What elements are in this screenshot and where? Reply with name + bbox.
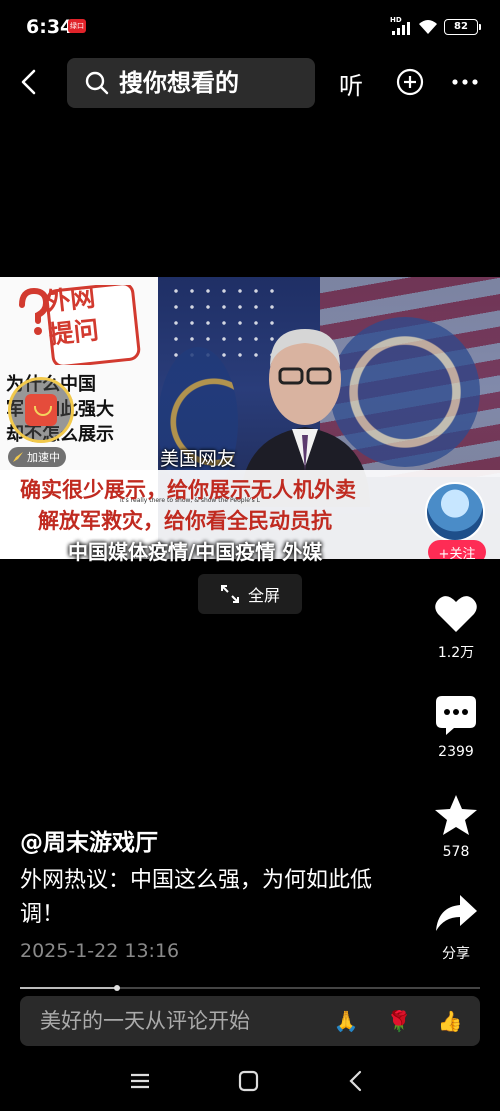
back-arrow-icon[interactable] bbox=[14, 64, 46, 100]
subtitle-speaker: 美国网友 bbox=[160, 448, 237, 470]
video-title: 中国媒体疫情/中国疫情 外媒 bbox=[68, 540, 323, 564]
search-box[interactable] bbox=[67, 58, 315, 108]
system-nav-bar bbox=[0, 1056, 500, 1111]
battery-icon: 82 bbox=[444, 19, 481, 35]
share-label: 分享 bbox=[442, 946, 470, 962]
red-envelope-icon[interactable] bbox=[8, 377, 74, 443]
comment-count: 2399 bbox=[438, 744, 474, 760]
listen-button[interactable]: 听 bbox=[339, 66, 363, 101]
subtitle-line-1: 确实很少展示，给你展示无人机外卖 bbox=[20, 477, 356, 502]
wifi-icon bbox=[419, 20, 437, 34]
follow-button[interactable]: +关注 bbox=[428, 540, 486, 559]
share-action[interactable]: 分享 bbox=[420, 893, 492, 963]
video-player[interactable]: 外网 提问 为什么中国 军队如此强大 却不怎么展示 加速中 美国网友 it's … bbox=[0, 277, 500, 559]
speed-badge-label: 加速中 bbox=[27, 451, 60, 464]
post-description: 外网热议：中国这么强，为何如此低调！ bbox=[20, 868, 373, 927]
favorite-count: 578 bbox=[442, 844, 470, 860]
status-indicators: HD 82 bbox=[390, 16, 481, 37]
star-icon[interactable] bbox=[434, 794, 478, 836]
notification-app-icon: 绿口 bbox=[68, 19, 86, 33]
like-count: 1.2万 bbox=[437, 645, 475, 661]
progress-bar[interactable] bbox=[20, 985, 480, 991]
progress-knob[interactable] bbox=[113, 985, 120, 991]
add-circle-icon[interactable] bbox=[396, 68, 424, 96]
comment-input[interactable] bbox=[40, 1006, 340, 1036]
status-bar: 6:34 绿口 HD 82 bbox=[0, 0, 500, 52]
more-icon[interactable] bbox=[450, 68, 480, 96]
heart-icon[interactable] bbox=[434, 594, 478, 634]
search-icon bbox=[85, 71, 109, 95]
cell-signal-icon: HD bbox=[390, 16, 412, 35]
rose-emoji-icon[interactable]: 🌹 bbox=[385, 1008, 413, 1034]
home-nav-icon[interactable] bbox=[234, 1069, 262, 1093]
thumbs-up-emoji-icon[interactable]: 👍 bbox=[436, 1008, 464, 1034]
expand-icon bbox=[220, 585, 239, 603]
author-name[interactable]: @周末游戏厅 bbox=[20, 823, 158, 857]
comment-bar[interactable]: 🙏 🌹 👍 bbox=[20, 996, 480, 1046]
progress-fill bbox=[20, 987, 117, 989]
favorite-action[interactable]: 578 bbox=[420, 794, 492, 860]
search-input[interactable] bbox=[119, 69, 299, 97]
speed-badge: 加速中 bbox=[8, 447, 66, 467]
post-date: 2025-1-22 13:16 bbox=[20, 940, 180, 962]
like-action[interactable]: 1.2万 bbox=[420, 594, 492, 662]
share-icon[interactable] bbox=[434, 893, 478, 935]
comment-icon[interactable] bbox=[434, 694, 478, 736]
pray-emoji-icon[interactable]: 🙏 bbox=[332, 1008, 360, 1034]
fullscreen-button[interactable]: 全屏 bbox=[198, 574, 302, 614]
rocket-icon bbox=[13, 452, 23, 462]
back-nav-icon[interactable] bbox=[342, 1069, 370, 1093]
top-bar: 听 bbox=[0, 56, 500, 110]
subtitle-line-2: 解放军救灾，给你看全民动员抗 bbox=[38, 508, 332, 533]
question-tag-text: 外网 提问 bbox=[43, 282, 101, 350]
author-avatar[interactable] bbox=[425, 482, 485, 542]
menu-nav-icon[interactable] bbox=[126, 1069, 154, 1093]
comment-action[interactable]: 2399 bbox=[420, 694, 492, 760]
status-time: 6:34 bbox=[26, 16, 74, 38]
fullscreen-label: 全屏 bbox=[247, 586, 280, 605]
